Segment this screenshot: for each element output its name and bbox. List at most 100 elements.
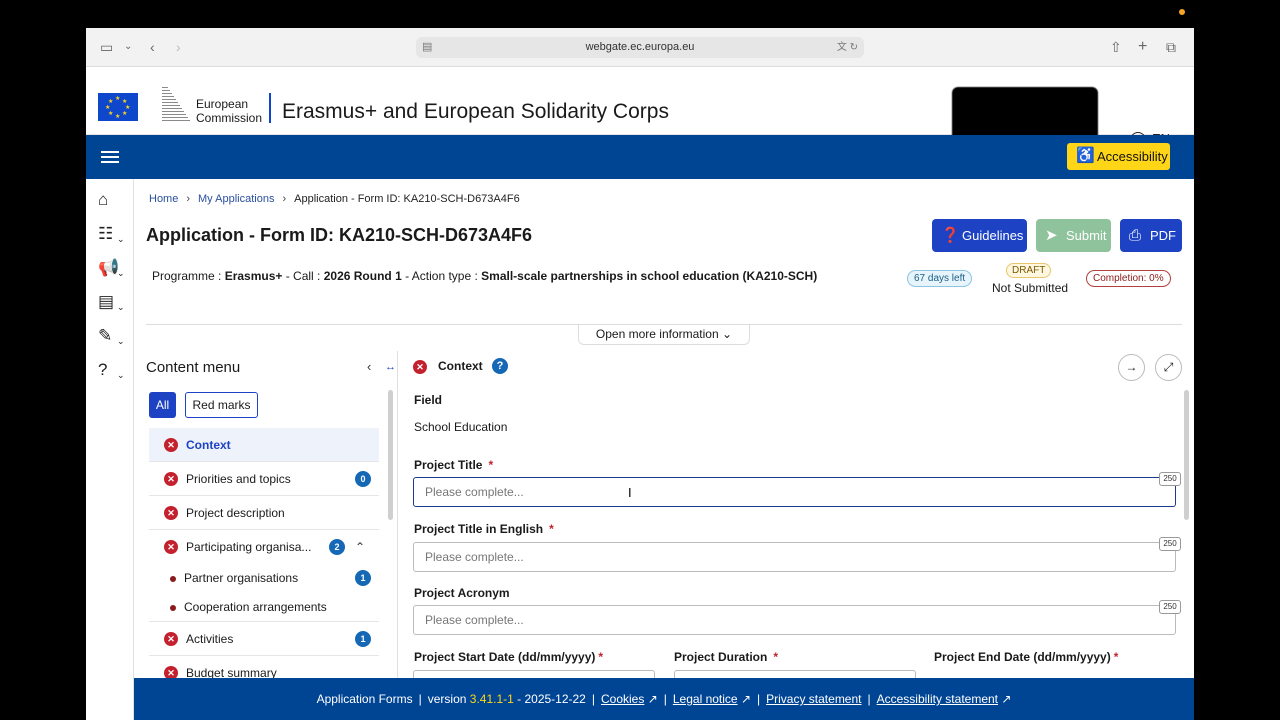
eu-flag-logo[interactable]: ★ ★ ★ ★ ★ ★ ★ ★: [98, 93, 138, 121]
resize-panel-icon[interactable]: ↔: [385, 361, 396, 373]
error-x-icon: ✕: [164, 632, 178, 646]
chevron-up-icon[interactable]: ⌃: [355, 530, 365, 564]
project-acronym-input[interactable]: Please complete...: [413, 605, 1176, 635]
open-more-information-button[interactable]: Open more information ⌄: [578, 325, 750, 345]
breadcrumb-my-applications[interactable]: My Applications: [198, 193, 274, 205]
accessibility-icon: ♿: [1076, 147, 1095, 164]
site-header: ★ ★ ★ ★ ★ ★ ★ ★ European Commission Eras…: [86, 67, 1194, 157]
browser-window: ▭ ⌄ ‹ › ▤ webgate.ec.europa.eu 文 ↻ ⇧ + ⧉…: [86, 28, 1194, 720]
collapse-menu-icon[interactable]: ‹: [367, 359, 371, 374]
panel-divider: [397, 351, 398, 720]
project-acronym-label: Project Acronym: [414, 586, 510, 600]
pdf-label: PDF: [1150, 228, 1176, 243]
accessibility-button[interactable]: ♿ Accessibility: [1067, 143, 1170, 170]
filter-red-marks-button[interactable]: Red marks: [185, 392, 258, 418]
pdf-button[interactable]: ⎙ PDF: [1120, 219, 1182, 252]
menu-item-partner-organisations[interactable]: Partner organisations 1: [149, 564, 379, 593]
new-tab-icon[interactable]: +: [1138, 38, 1147, 56]
menu-item-project-description[interactable]: ✕ Project description: [149, 496, 379, 530]
expand-fullscreen-icon[interactable]: ⤢: [1155, 354, 1182, 381]
action-type-value: Small-scale partnerships in school educa…: [481, 269, 818, 283]
cookies-link[interactable]: Cookies: [601, 692, 644, 706]
required-mark: *: [598, 650, 604, 664]
error-x-icon: ✕: [164, 540, 178, 554]
form-scrollbar[interactable]: [1184, 390, 1189, 520]
chevron-down-icon: ⌄: [722, 327, 733, 341]
help-icon[interactable]: ? ⌄: [98, 359, 126, 381]
end-date-text: Project End Date (dd/mm/yyyy): [934, 650, 1111, 664]
content-menu-title: Content menu: [146, 359, 241, 376]
count-badge: 0: [355, 471, 371, 487]
menu-item-label: Project description: [186, 506, 285, 520]
error-x-icon: ✕: [164, 438, 178, 452]
project-title-en-text: Project Title in English: [414, 522, 544, 536]
megaphone-icon[interactable]: 📢 ⌄: [98, 257, 126, 279]
count-badge: 1: [355, 570, 371, 586]
url-text: webgate.ec.europa.eu: [585, 41, 695, 53]
reload-icon[interactable]: 文 ↻: [837, 37, 858, 58]
footer-app-name: Application Forms: [316, 692, 413, 706]
section-title: Context: [438, 359, 483, 373]
settings-sliders-icon[interactable]: ☷ ⌄: [98, 223, 126, 245]
guidelines-label: Guidelines: [962, 228, 1024, 243]
external-link-icon: ↗: [740, 692, 751, 706]
field-label: Field: [414, 393, 443, 407]
project-title-en-input[interactable]: Please complete...: [413, 542, 1176, 572]
submission-status: Not Submitted: [992, 281, 1069, 295]
help-question-icon[interactable]: ?: [492, 358, 508, 374]
privacy-statement-link[interactable]: Privacy statement: [766, 692, 861, 706]
menu-item-label: Participating organisa...: [186, 540, 312, 554]
open-more-label: Open more information: [595, 327, 719, 341]
back-icon[interactable]: ‹: [150, 38, 155, 56]
site-settings-icon[interactable]: ▤: [422, 37, 432, 58]
forward-icon[interactable]: ›: [176, 38, 181, 56]
project-title-input[interactable]: Please complete...: [413, 477, 1176, 507]
submit-label: Submit: [1066, 228, 1107, 243]
top-navigation-bar: [134, 135, 1194, 179]
field-value: School Education: [414, 420, 508, 434]
programme-value: Erasmus+: [224, 269, 283, 283]
browser-toolbar: ▭ ⌄ ‹ › ▤ webgate.ec.europa.eu 文 ↻ ⇧ + ⧉: [86, 28, 1194, 67]
footer-version: 3.41.1-1: [469, 692, 514, 706]
guidelines-button[interactable]: ❓ Guidelines: [932, 219, 1027, 252]
signed-document-icon[interactable]: ✎ ⌄: [98, 325, 126, 347]
filter-all-button[interactable]: All: [149, 392, 176, 418]
call-label: - Call :: [282, 269, 324, 283]
tabs-overview-icon[interactable]: ⧉: [1166, 38, 1176, 56]
menu-scrollbar[interactable]: [388, 390, 393, 520]
address-bar[interactable]: ▤ webgate.ec.europa.eu 文 ↻: [416, 37, 864, 58]
error-x-icon: ✕: [164, 506, 178, 520]
content-menu-list: ✕ Context ✕ Priorities and topics 0 ✕ Projec…: [149, 428, 379, 690]
menu-item-participating-organisations[interactable]: ✕ Participating organisa... 2 ⌃: [149, 530, 379, 564]
required-mark: *: [1113, 650, 1119, 664]
next-section-arrow-icon[interactable]: →: [1118, 354, 1145, 381]
menu-item-activities[interactable]: ✕ Activities 1: [149, 622, 379, 656]
submit-button[interactable]: ➤ Submit: [1036, 219, 1111, 252]
external-link-icon: ↗: [647, 692, 658, 706]
chevron-right-icon: ›: [186, 193, 191, 205]
char-limit-badge: 250: [1159, 472, 1181, 486]
call-value: 2026 Round 1: [323, 269, 402, 283]
bullet-dot: [170, 576, 176, 582]
menu-item-label: Partner organisations: [184, 571, 299, 585]
char-limit-badge: 250: [1159, 537, 1181, 551]
org-line-1: European: [196, 97, 249, 111]
document-icon[interactable]: ▤ ⌄: [98, 291, 126, 313]
share-icon[interactable]: ⇧: [1110, 38, 1122, 56]
breadcrumb-home[interactable]: Home: [149, 193, 178, 205]
menu-item-priorities[interactable]: ✕ Priorities and topics 0: [149, 462, 379, 496]
menu-item-context[interactable]: ✕ Context: [149, 428, 379, 462]
chevron-down-icon[interactable]: ⌄: [124, 38, 132, 56]
hamburger-menu-button[interactable]: [86, 135, 134, 179]
org-line-2: Commission: [196, 111, 263, 125]
home-icon[interactable]: ⌂: [98, 189, 126, 211]
error-x-icon: ✕: [413, 360, 427, 374]
menu-item-cooperation-arrangements[interactable]: Cooperation arrangements: [149, 593, 379, 622]
menu-item-label: Context: [186, 438, 231, 452]
site-title: Erasmus+ and European Solidarity Corps: [282, 100, 669, 123]
sidebar-toggle-icon[interactable]: ▭: [100, 38, 113, 56]
legal-notice-link[interactable]: Legal notice: [673, 692, 738, 706]
accessibility-statement-link[interactable]: Accessibility statement: [877, 692, 998, 706]
draft-badge: DRAFT: [1006, 263, 1052, 278]
action-type-label: - Action type :: [401, 269, 482, 283]
